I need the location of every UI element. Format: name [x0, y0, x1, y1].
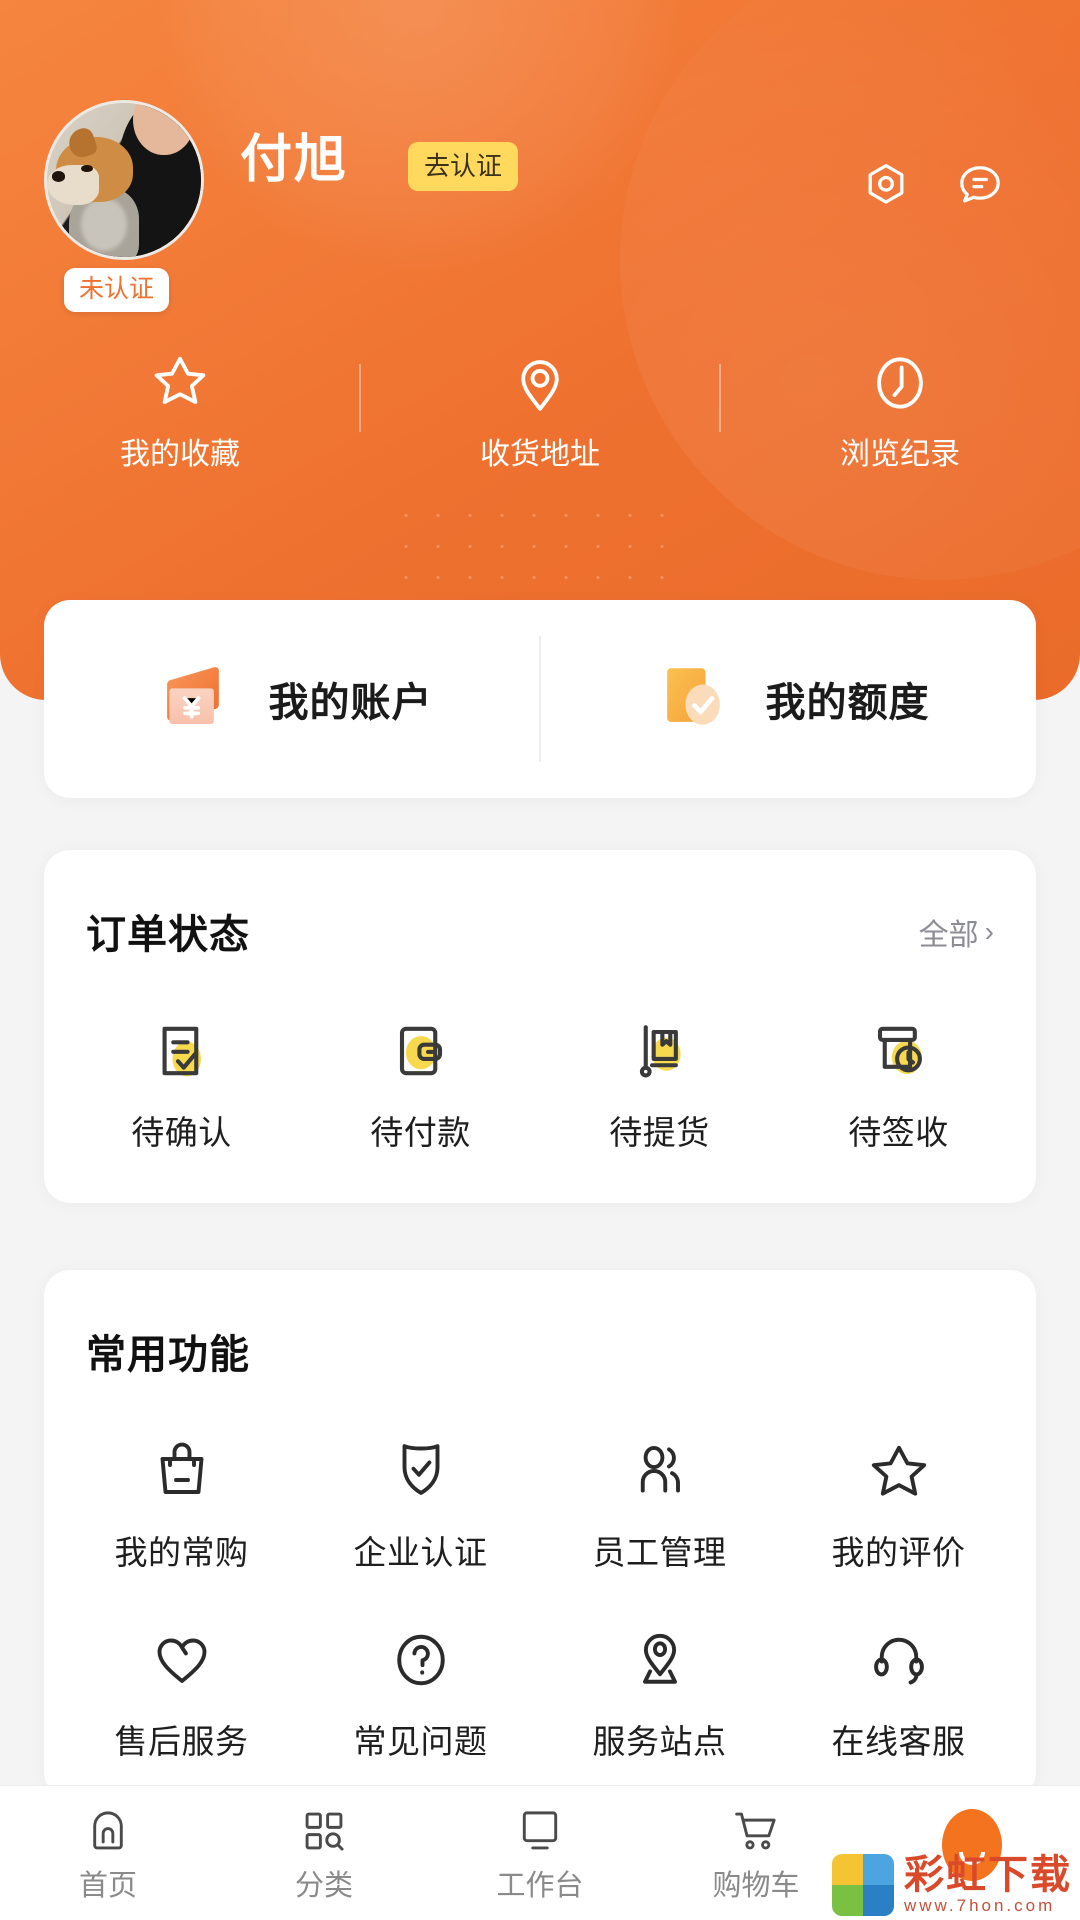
document-check-icon [144, 1012, 220, 1090]
common-functions-card: 常用功能 我的常购 企业认证 员工管理 我的评价 售后服务 常见问题 服务站点 … [44, 1270, 1036, 1798]
order-status-label: 待付款 [370, 1114, 471, 1151]
watermark-logo-q1 [832, 1854, 863, 1885]
headset-icon [863, 1621, 935, 1699]
my-account-entry[interactable]: 我的账户 [44, 600, 539, 798]
shopping-cart-icon [727, 1800, 785, 1862]
function-after-sales-service[interactable]: 售后服务 [62, 1569, 301, 1758]
order-status-label: 待签收 [848, 1114, 949, 1151]
watermark-logo-q3 [832, 1885, 863, 1916]
watermark-logo-icon [832, 1854, 894, 1916]
message-icon[interactable] [954, 160, 1006, 212]
profile-row: 未认证 付旭 去认证 [44, 100, 1044, 312]
order-status-pending-payment[interactable]: 待付款 [301, 960, 540, 1149]
order-status-label: 待提货 [609, 1114, 710, 1151]
tab-label: 首页 [78, 1869, 137, 1902]
header-swoosh-decor [620, 0, 1080, 580]
my-credit-entry[interactable]: 我的额度 [541, 600, 1036, 798]
credit-check-icon [648, 651, 740, 748]
watermark-logo-q4 [863, 1885, 894, 1916]
header-actions [860, 160, 1006, 212]
shopping-bag-icon [146, 1432, 218, 1510]
common-functions-title: 常用功能 [86, 1333, 250, 1377]
user-name: 付旭 [240, 131, 349, 189]
star-outline-icon [863, 1432, 935, 1510]
tab-home[interactable]: 首页 [0, 1786, 216, 1920]
header-dot-pattern [390, 500, 690, 590]
quick-link-history[interactable]: 浏览纪录 [720, 348, 1080, 470]
function-label: 在线客服 [831, 1723, 966, 1760]
order-status-grid: 待确认 待付款 待提货 待签收 [44, 960, 1036, 1149]
watermark-name: 彩虹下载 [904, 1853, 1072, 1897]
quick-link-favorites[interactable]: 我的收藏 [0, 348, 360, 470]
go-verify-button[interactable]: 去认证 [408, 142, 519, 191]
question-circle-icon [385, 1621, 457, 1699]
quick-link-label: 浏览纪录 [840, 438, 960, 471]
function-label: 服务站点 [592, 1723, 727, 1760]
order-status-view-all[interactable]: 全部 › [919, 910, 994, 954]
tab-label: 工作台 [496, 1869, 584, 1902]
order-status-header: 订单状态 全部 › [44, 850, 1036, 960]
quick-links-row: 我的收藏 收货地址 浏览纪录 [0, 348, 1080, 470]
hand-truck-icon [622, 1012, 698, 1090]
function-enterprise-verification[interactable]: 企业认证 [301, 1380, 540, 1569]
function-label: 员工管理 [592, 1534, 727, 1571]
view-all-label: 全部 [918, 919, 979, 952]
order-status-pending-pickup[interactable]: 待提货 [540, 960, 779, 1149]
shield-check-icon [385, 1432, 457, 1510]
people-icon [624, 1432, 696, 1510]
wallet-yuan-icon [151, 651, 243, 748]
map-pin-icon [624, 1621, 696, 1699]
order-status-title: 订单状态 [86, 913, 250, 957]
function-my-frequent-purchases[interactable]: 我的常购 [62, 1380, 301, 1569]
function-service-station[interactable]: 服务站点 [540, 1569, 779, 1758]
my-account-label: 我的账户 [268, 681, 433, 725]
function-label: 企业认证 [353, 1534, 488, 1571]
function-label: 我的常购 [114, 1534, 249, 1571]
quick-link-label: 我的收藏 [120, 438, 240, 471]
function-label: 常见问题 [353, 1723, 488, 1760]
tab-label: 购物车 [712, 1869, 800, 1902]
gear-icon[interactable] [860, 160, 912, 212]
watermark-text: 彩虹下载 www.7hon.com [904, 1854, 1072, 1916]
tab-category[interactable]: 分类 [216, 1786, 432, 1920]
my-credit-label: 我的额度 [765, 681, 930, 725]
heart-icon [146, 1621, 218, 1699]
category-grid-icon [295, 1800, 353, 1862]
common-functions-header: 常用功能 [44, 1270, 1036, 1380]
status-badge-unverified: 未认证 [64, 268, 170, 312]
function-online-support[interactable]: 在线客服 [779, 1569, 1018, 1758]
avatar-dog-chest [80, 198, 128, 251]
function-employee-management[interactable]: 员工管理 [540, 1380, 779, 1569]
quick-link-address[interactable]: 收货地址 [360, 348, 720, 470]
app-root: 未认证 付旭 去认证 我的收藏 收货地址 浏览纪录 我的账户 我的额度 订单状态… [0, 0, 1080, 1920]
function-label: 售后服务 [114, 1723, 249, 1760]
avatar-dog-nose [51, 170, 66, 182]
order-status-pending-confirm[interactable]: 待确认 [62, 960, 301, 1149]
avatar[interactable] [44, 100, 204, 260]
history-clock-icon [867, 348, 933, 418]
location-pin-icon [507, 348, 573, 418]
parcel-clock-icon [861, 1012, 937, 1090]
watermark-url: www.7hon.com [904, 1896, 1056, 1915]
order-status-card: 订单状态 全部 › 待确认 待付款 待提货 待签收 [44, 850, 1036, 1203]
order-status-pending-receipt[interactable]: 待签收 [779, 960, 1018, 1149]
common-functions-grid: 我的常购 企业认证 员工管理 我的评价 售后服务 常见问题 服务站点 在线客服 [44, 1380, 1036, 1758]
home-icon [79, 1800, 137, 1862]
tab-label: 分类 [294, 1869, 353, 1902]
workbench-monitor-icon [511, 1800, 569, 1862]
account-card: 我的账户 我的额度 [44, 600, 1036, 798]
function-my-reviews[interactable]: 我的评价 [779, 1380, 1018, 1569]
watermark: 彩虹下载 www.7hon.com [832, 1854, 1072, 1916]
watermark-logo-q2 [863, 1854, 894, 1885]
function-label: 我的评价 [831, 1534, 966, 1571]
star-icon [147, 348, 213, 418]
order-status-label: 待确认 [131, 1114, 232, 1151]
avatar-wrapper[interactable]: 未认证 [44, 100, 204, 312]
function-faq[interactable]: 常见问题 [301, 1569, 540, 1758]
chevron-right-icon: › [984, 916, 994, 947]
tab-workbench[interactable]: 工作台 [432, 1786, 648, 1920]
quick-link-label: 收货地址 [480, 438, 600, 471]
wallet-pay-icon [383, 1012, 459, 1090]
